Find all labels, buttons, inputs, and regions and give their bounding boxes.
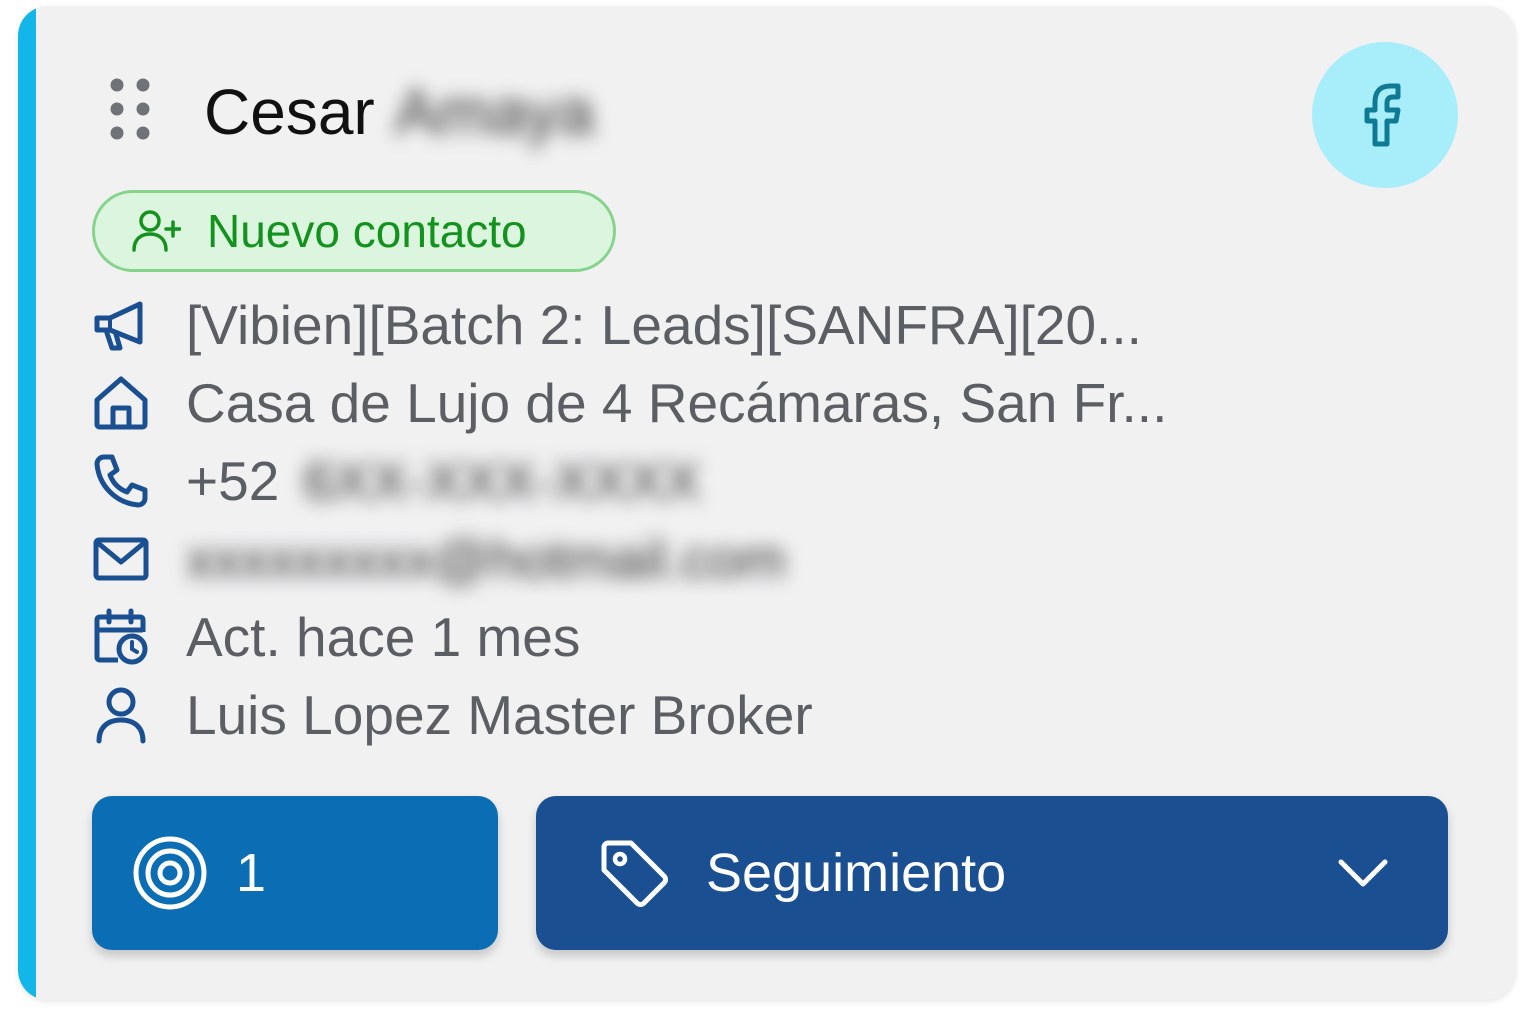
stage-dropdown[interactable]: Seguimiento — [536, 796, 1448, 950]
mail-icon — [92, 530, 150, 588]
last-activity: Act. hace 1 mes — [186, 606, 581, 668]
agent-row: Luis Lopez Master Broker — [92, 680, 813, 750]
assigned-agent: Luis Lopez Master Broker — [186, 684, 813, 746]
drag-handle-icon[interactable] — [108, 76, 152, 142]
facebook-icon — [1364, 83, 1401, 147]
lead-source-badge — [1312, 42, 1458, 188]
phone-row[interactable]: +52 6XX-XXX-XXXX — [92, 446, 701, 516]
activity-row: Act. hace 1 mes — [92, 602, 580, 672]
email-redacted: xxxxxxxxx@hotmail.com — [186, 528, 786, 590]
home-icon — [92, 374, 150, 432]
lead-card[interactable]: Cesar Amaya Nuevo contacto [Vibien][Batc… — [18, 6, 1516, 1000]
phone-prefix: +52 — [186, 450, 280, 512]
card-accent-bar — [18, 6, 36, 1000]
megaphone-icon — [92, 296, 150, 354]
target-icon — [133, 836, 207, 910]
email-row[interactable]: xxxxxxxxx@hotmail.com — [92, 524, 786, 594]
campaign-row: [Vibien][Batch 2: Leads][SANFRA][20... — [92, 290, 1142, 360]
status-chip[interactable]: Nuevo contacto — [92, 190, 616, 272]
property-row: Casa de Lujo de 4 Recámaras, San Fr... — [92, 368, 1167, 438]
tag-icon — [601, 840, 668, 907]
chevron-down-icon — [1338, 859, 1388, 887]
stage-label: Seguimiento — [706, 843, 1007, 903]
contact-last-name-redacted: Amaya — [394, 76, 594, 148]
phone-icon — [92, 452, 150, 510]
contact-name[interactable]: Cesar Amaya — [204, 74, 594, 150]
user-plus-icon — [132, 210, 181, 252]
calendar-clock-icon — [92, 608, 150, 666]
campaign-name: [Vibien][Batch 2: Leads][SANFRA][20... — [186, 294, 1142, 356]
user-icon — [92, 686, 150, 744]
status-label: Nuevo contacto — [207, 205, 527, 257]
phone-number-redacted: 6XX-XXX-XXXX — [303, 450, 701, 512]
contact-first-name: Cesar — [204, 76, 375, 148]
opportunities-count: 1 — [236, 843, 267, 903]
property-name: Casa de Lujo de 4 Recámaras, San Fr... — [186, 372, 1168, 434]
opportunities-button[interactable]: 1 — [92, 796, 498, 950]
